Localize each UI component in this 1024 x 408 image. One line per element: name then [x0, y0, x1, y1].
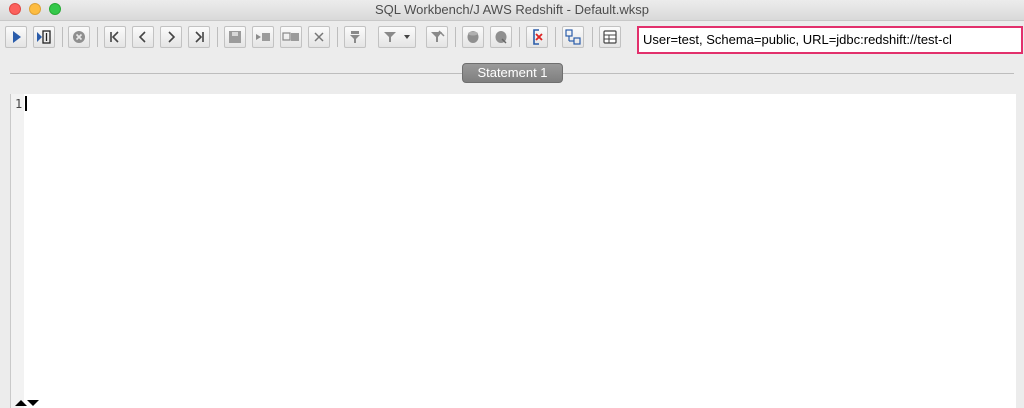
last-icon — [195, 31, 204, 43]
reset-filter-icon — [431, 30, 445, 42]
disconnect-icon — [533, 29, 543, 45]
line-number-gutter: 1 — [11, 94, 24, 408]
first-icon — [110, 31, 119, 43]
filter-dropdown-button[interactable] — [378, 26, 416, 48]
filter-by-value-button[interactable] — [344, 26, 366, 48]
text-caret — [25, 96, 27, 111]
toolbar-separator — [337, 27, 338, 47]
split-arrows-icon[interactable] — [14, 399, 42, 407]
delete-row-button[interactable] — [308, 26, 330, 48]
rollback-icon — [495, 31, 507, 44]
chevron-right-icon — [168, 31, 176, 43]
title-bar: SQL Workbench/J AWS Redshift - Default.w… — [0, 0, 1024, 21]
last-row-button[interactable] — [188, 26, 210, 48]
tab-statement-1[interactable]: Statement 1 — [462, 63, 563, 83]
toolbar-separator — [97, 27, 98, 47]
stop-icon — [73, 31, 85, 43]
commit-icon — [467, 31, 479, 43]
toolbar-separator — [592, 27, 593, 47]
next-row-button[interactable] — [160, 26, 182, 48]
database-icon — [603, 30, 617, 44]
insert-row-button[interactable] — [252, 26, 274, 48]
connection-info[interactable]: User=test, Schema=public, URL=jdbc:redsh… — [637, 26, 1023, 54]
commit-button[interactable] — [462, 26, 484, 48]
sql-editor[interactable]: 1 — [10, 94, 1016, 408]
cancel-execution-button[interactable] — [68, 26, 90, 48]
toolbar-separator — [455, 27, 456, 47]
toolbar-separator — [555, 27, 556, 47]
database-object-button[interactable] — [599, 26, 621, 48]
save-changes-button[interactable] — [224, 26, 246, 48]
toolbar-separator — [217, 27, 218, 47]
disconnect-button[interactable] — [526, 26, 548, 48]
toolbar-separator — [62, 27, 63, 47]
database-explorer-button[interactable] — [562, 26, 584, 48]
table-tree-icon — [565, 29, 581, 45]
delete-icon — [314, 32, 324, 42]
copy-row-icon — [282, 32, 299, 41]
execute-selected-button[interactable] — [33, 26, 55, 48]
save-icon — [229, 31, 241, 43]
toolbar-separator — [519, 27, 520, 47]
filter-icon — [384, 32, 410, 42]
execute-current-button[interactable] — [5, 26, 27, 48]
chevron-down-icon — [404, 35, 410, 39]
rollback-button[interactable] — [490, 26, 512, 48]
previous-row-button[interactable] — [132, 26, 154, 48]
line-number: 1 — [15, 97, 23, 111]
window-title: SQL Workbench/J AWS Redshift - Default.w… — [374, 2, 650, 17]
first-row-button[interactable] — [104, 26, 126, 48]
reset-filter-button[interactable] — [426, 26, 448, 48]
run-selection-icon — [37, 30, 51, 44]
play-icon — [13, 31, 21, 43]
chevron-left-icon — [138, 31, 146, 43]
insert-row-icon — [256, 33, 270, 41]
copy-row-button[interactable] — [280, 26, 302, 48]
filter-column-icon — [350, 31, 360, 43]
